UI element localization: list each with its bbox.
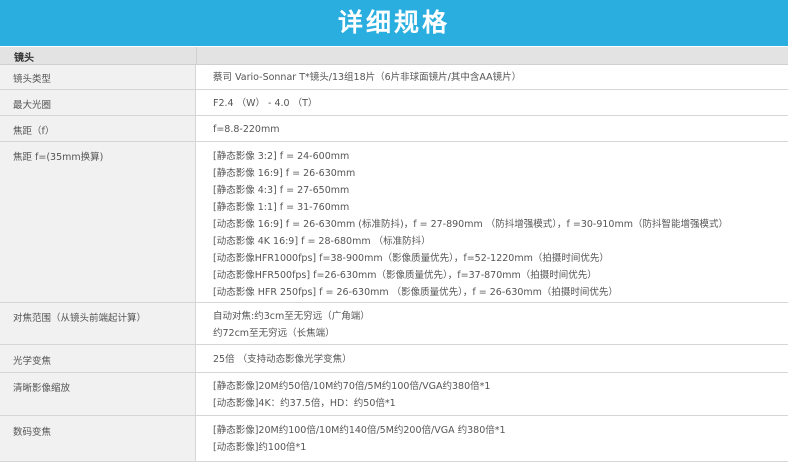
spec-label: 数码变焦	[0, 416, 196, 461]
spec-label: 镜头类型	[0, 65, 196, 89]
spec-row-lens-type: 镜头类型 蔡司 Vario-Sonnar T*镜头/13组18片（6片非球面镜片…	[0, 65, 788, 90]
section-header-lens: 镜头	[0, 47, 788, 65]
spec-value: 蔡司 Vario-Sonnar T*镜头/13组18片（6片非球面镜片/其中含A…	[213, 72, 522, 83]
column-divider	[196, 47, 197, 64]
spec-label: 对焦范围（从镜头前端起计算）	[0, 303, 196, 344]
spec-value: [静态影像 3:2] f = 24-600mm [静态影像 16:9] f = …	[213, 151, 728, 298]
section-title: 镜头	[14, 53, 34, 64]
spec-table: 镜头 镜头类型 蔡司 Vario-Sonnar T*镜头/13组18片（6片非球…	[0, 47, 788, 462]
spec-row-clear-image-zoom: 清晰影像缩放 [静态影像]20M约50倍/10M约70倍/5M约100倍/VGA…	[0, 373, 788, 416]
spec-value: [静态影像]20M约50倍/10M约70倍/5M约100倍/VGA约380倍*1…	[213, 381, 491, 409]
spec-label: 焦距（f）	[0, 116, 196, 141]
spec-value: [静态影像]20M约100倍/10M约140倍/5M约200倍/VGA 约380…	[213, 425, 506, 453]
spec-row-optical-zoom: 光学变焦 25倍 （支持动态影像光学变焦）	[0, 345, 788, 373]
spec-row-focal-length: 焦距（f） f=8.8-220mm	[0, 116, 788, 142]
spec-label: 清晰影像缩放	[0, 373, 196, 415]
spec-row-max-aperture: 最大光圈 F2.4 （W） - 4.0 （T）	[0, 90, 788, 116]
spec-label: 焦距 f=(35mm换算)	[0, 142, 196, 302]
spec-row-digital-zoom: 数码变焦 [静态影像]20M约100倍/10M约140倍/5M约200倍/VGA…	[0, 416, 788, 462]
banner-title: 详细规格	[337, 8, 450, 37]
spec-banner: 详细规格	[0, 0, 788, 46]
spec-value: F2.4 （W） - 4.0 （T）	[213, 98, 318, 109]
spec-row-focus-range: 对焦范围（从镜头前端起计算） 自动对焦:约3cm至无穷远（广角端） 约72cm至…	[0, 303, 788, 345]
spec-value: f=8.8-220mm	[213, 124, 280, 135]
spec-label: 最大光圈	[0, 90, 196, 115]
spec-label: 光学变焦	[0, 345, 196, 372]
spec-value: 自动对焦:约3cm至无穷远（广角端） 约72cm至无穷远（长焦端）	[213, 311, 370, 339]
spec-value: 25倍 （支持动态影像光学变焦）	[213, 354, 352, 365]
spec-row-35mm-equivalent: 焦距 f=(35mm换算) [静态影像 3:2] f = 24-600mm [静…	[0, 142, 788, 303]
